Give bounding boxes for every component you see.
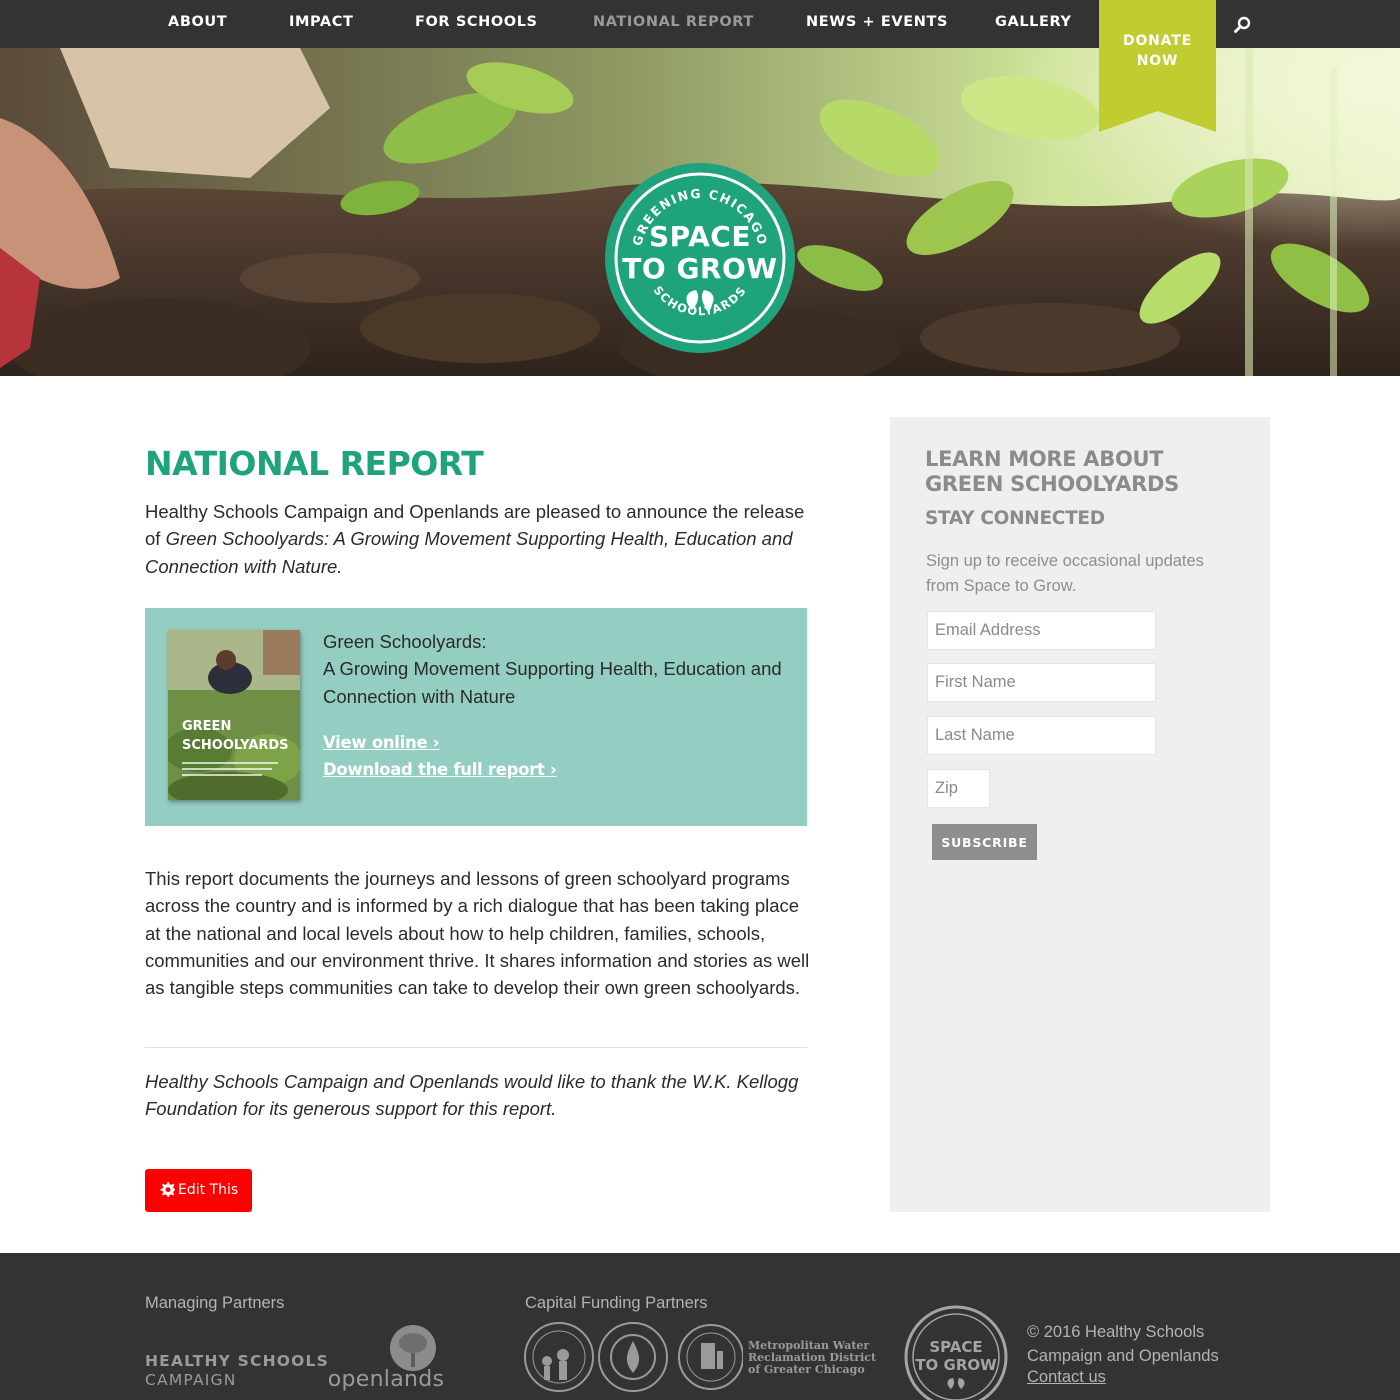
copyright-text: © 2016 Healthy Schools Campaign and Open… [1027,1323,1219,1365]
download-report-link[interactable]: Download the full report › [323,760,557,779]
openlands-logo[interactable]: openlands [323,1323,453,1400]
page-title: NATIONAL REPORT [145,444,484,483]
signup-description: Sign up to receive occasional updates fr… [926,552,1204,595]
donate-now-button[interactable]: DONATE NOW [1099,0,1216,132]
sidebar-newsletter: LEARN MORE ABOUT GREEN SCHOOLYARDS STAY … [890,417,1270,1212]
nav-item-gallery[interactable]: GALLERY [995,14,1072,30]
hsc-logo-line-2: CAMPAIGN [145,1371,237,1389]
first-name-field[interactable] [927,663,1156,702]
managing-partners-label: Managing Partners [145,1294,285,1312]
funding-partners-label: Capital Funding Partners [525,1294,708,1312]
stay-connected-heading: STAY CONNECTED [925,508,1105,529]
edit-this-label: Edit This [178,1182,239,1198]
report-title: Green Schoolyards: A Growing Movement Su… [323,628,793,710]
nav-item-for-schools[interactable]: FOR SCHOOLS [415,14,538,30]
edit-this-button[interactable]: Edit This [145,1169,252,1212]
intro-paragraph: Healthy Schools Campaign and Openlands a… [145,498,810,580]
zip-field[interactable] [927,769,990,808]
view-online-link[interactable]: View online › [323,733,440,752]
report-cover-image[interactable]: GREEN SCHOOLYARDS [164,630,302,808]
gear-icon [160,1182,175,1197]
report-description: This report documents the journeys and l… [145,868,810,999]
report-title-line-1: Green Schoolyards: [323,631,487,652]
report-cover-art: GREEN SCHOOLYARDS [164,630,302,808]
donate-label: DONATE NOW [1123,33,1192,69]
cover-title-line-1: GREEN [182,719,231,734]
report-title-line-2: A Growing Movement Supporting Health, Ed… [323,658,782,707]
subscribe-button[interactable]: SUBSCRIBE [932,824,1037,860]
search-icon[interactable] [1232,14,1254,36]
intro-report-title: Green Schoolyards: A Growing Movement Su… [145,528,793,577]
nav-item-impact[interactable]: IMPACT [289,14,353,30]
nav-item-national-report[interactable]: NATIONAL REPORT [593,14,754,30]
sidebar-heading: LEARN MORE ABOUT GREEN SCHOOLYARDS [925,447,1179,496]
nav-item-news-events[interactable]: NEWS + EVENTS [806,14,948,30]
space-to-grow-logo[interactable]: GREENING CHICAGO SCHOOLYARDS SPACE TO GR… [604,162,796,354]
nav-item-about[interactable]: ABOUT [168,14,227,30]
email-field[interactable] [927,611,1156,650]
footer-logo-title: SPACE TO GROW [915,1338,997,1374]
footer-space-to-grow-logo[interactable]: SPACE TO GROW [904,1305,1008,1400]
acknowledgement-text: Healthy Schools Campaign and Openlands w… [145,1071,799,1120]
openlands-wordmark: openlands [327,1367,445,1392]
content-divider [145,1047,807,1048]
openlands-tree-icon [390,1325,436,1371]
report-callout: GREEN SCHOOLYARDS Green Schoolyards: A G… [145,608,807,826]
mwrd-logo-text: Metropolitan Water Reclamation District … [748,1339,877,1376]
contact-us-link[interactable]: Contact us [1027,1368,1106,1387]
cover-title-line-2: SCHOOLYARDS [182,738,289,753]
last-name-field[interactable] [927,716,1156,755]
healthy-schools-campaign-logo[interactable]: HEALTHY SCHOOLS CAMPAIGN [145,1352,329,1390]
logo-title: SPACE TO GROW [622,220,778,285]
hsc-logo-line-1: HEALTHY SCHOOLS [145,1352,329,1370]
funding-partner-seals[interactable] [523,1321,743,1393]
site-footer: Managing Partners Capital Funding Partne… [0,1253,1400,1400]
